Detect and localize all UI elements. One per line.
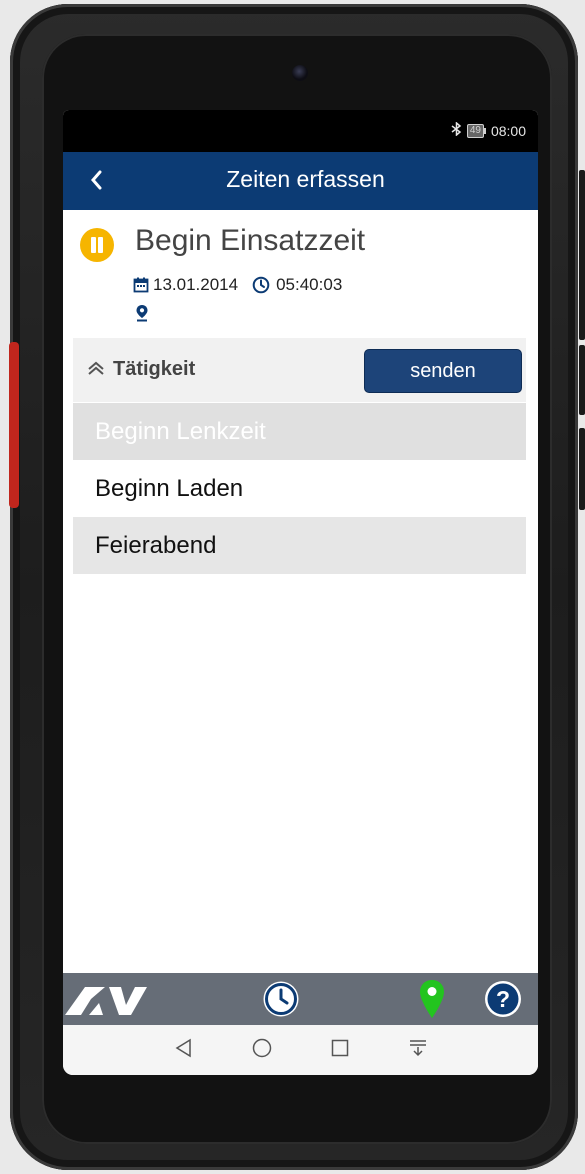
pause-icon[interactable] [80,228,114,262]
back-icon[interactable] [174,1038,194,1063]
activity-section: Tätigkeit senden [73,338,526,402]
svg-text:?: ? [496,986,510,1012]
list-item-beginn-laden[interactable]: Beginn Laden [73,460,526,517]
battery-icon: 49 [466,123,486,138]
battery-level: 49 [466,123,484,138]
entry-date: 13.01.2014 [153,275,239,294]
location-small-icon [135,304,149,327]
screen: 49 08:00 Zeiten erfassen Begin Einsatzze… [63,110,538,1075]
recents-icon[interactable] [330,1038,350,1063]
location-pin-icon[interactable] [419,979,445,1024]
help-icon[interactable]: ? [484,980,522,1023]
app-bar: Zeiten erfassen [63,152,538,210]
av-logo[interactable] [63,981,147,1022]
list-item-beginn-lenkzeit[interactable]: Beginn Lenkzeit [73,403,526,460]
front-camera [292,65,308,81]
clock-icon[interactable] [262,980,300,1023]
system-nav-bar [63,1025,538,1075]
bluetooth-icon [451,121,462,139]
bottom-toolbar: ? [63,973,538,1025]
entry-meta: 13.01.2014 05:40:03 [133,275,342,295]
activity-toggle[interactable]: Tätigkeit [87,358,195,381]
activity-label: Tätigkeit [113,358,196,380]
notifications-icon[interactable] [408,1038,428,1063]
send-button[interactable]: senden [364,349,522,393]
side-button-red [9,342,19,508]
home-icon[interactable] [252,1038,272,1063]
status-bar: 49 08:00 [63,110,538,152]
clock-small-icon [252,276,270,294]
entry-header: Begin Einsatzzeit 13.01.2014 05:40:03 [63,210,538,338]
calendar-icon [133,277,149,293]
entry-title: Begin Einsatzzeit [135,224,366,257]
side-button-right-bottom [579,428,585,510]
activity-list: Beginn Lenkzeit Beginn Laden Feierabend [73,403,526,574]
double-chevron-up-icon [87,358,105,381]
entry-time: 05:40:03 [276,275,343,294]
side-button-right-top [579,170,585,340]
side-button-right-mid [579,345,585,415]
page-title: Zeiten erfassen [226,166,385,192]
list-item-feierabend[interactable]: Feierabend [73,517,526,574]
status-time: 08:00 [490,122,526,139]
